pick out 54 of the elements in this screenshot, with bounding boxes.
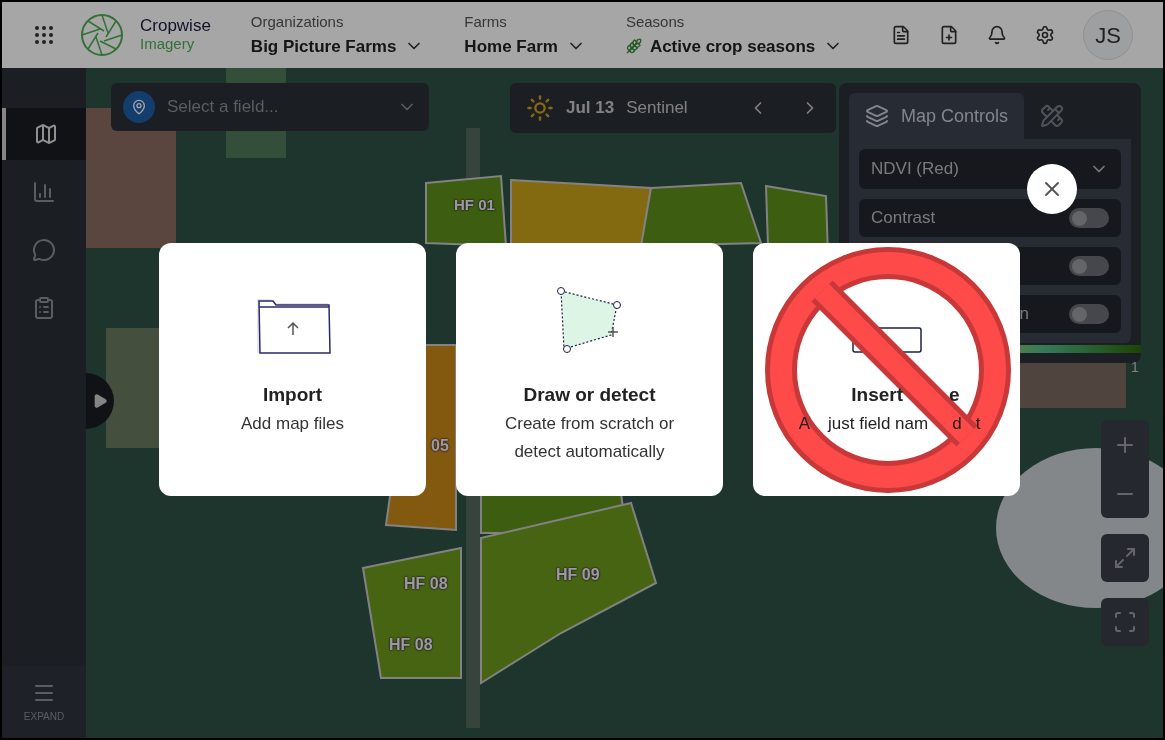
card-subtitle-fragment: d: [952, 412, 962, 435]
sidebar-item[interactable]: [2, 108, 86, 160]
bell-icon[interactable]: [987, 25, 1007, 45]
header-dropdown[interactable]: Seasons Active crop seasons: [625, 11, 844, 59]
sun-icon: [526, 94, 554, 122]
toggle-switch[interactable]: [1069, 304, 1109, 324]
card-subtitle-fragment: just field nam: [828, 412, 929, 435]
header-dropdown[interactable]: Farms Home Farm: [464, 11, 586, 59]
document-icon[interactable]: [891, 25, 911, 45]
play-triangle-icon: [92, 393, 108, 409]
pencil-ruler-icon: [1040, 104, 1065, 128]
app-name: Cropwise: [140, 17, 211, 35]
map-pin-icon: [123, 91, 155, 123]
card-title: Import: [262, 383, 323, 407]
card-subtitle: Create from scratch or detect automatically: [503, 412, 676, 463]
user-avatar[interactable]: JS: [1083, 10, 1133, 60]
field-label: HF 08: [389, 635, 433, 655]
aperture-logo-icon: [80, 13, 124, 57]
card-title-fragment: Insert: [851, 383, 904, 407]
card-title-fragment: e: [949, 383, 960, 407]
imagery-source: Sentinel: [626, 97, 688, 120]
app-grid-icon[interactable]: [32, 23, 56, 47]
card-subtitle-fragment: t: [975, 412, 981, 435]
card-subtitle-fragment: A: [798, 412, 810, 435]
option-card[interactable]: Draw or detect Create from scratch or detect automatically: [456, 243, 723, 496]
header-dropdown[interactable]: Organizations Big Picture Farms: [250, 11, 425, 59]
option-card[interactable]: Insert e A just field nam d t: [753, 243, 1020, 496]
wheat-icon: [625, 38, 642, 55]
legend-max-value: 1: [1131, 358, 1139, 377]
panel-tab[interactable]: Map Controls: [849, 93, 1025, 139]
fullscreen-button[interactable]: [1101, 534, 1149, 582]
expand-arrows-icon: [1113, 546, 1137, 570]
field-label: HF 08: [404, 574, 448, 594]
field-label: 05: [431, 436, 449, 456]
map-icon: [34, 122, 58, 146]
option-card[interactable]: Import Add map files: [159, 243, 426, 496]
chart-icon: [32, 180, 56, 204]
settings-icon[interactable]: [1035, 25, 1055, 45]
field-label: HF 09: [556, 565, 600, 585]
toggle-label: n: [1018, 303, 1030, 326]
card-subtitle: Add map files: [240, 412, 345, 435]
toggle-switch[interactable]: [1069, 208, 1109, 228]
toggle-switch[interactable]: [1069, 256, 1109, 276]
add-document-icon[interactable]: [939, 25, 959, 45]
app-subtitle: Imagery: [140, 35, 196, 53]
imagery-date: Jul 13: [566, 97, 615, 120]
scan-frame-icon: [1113, 610, 1137, 634]
card-title: Draw or detect: [523, 383, 656, 407]
clipboard-icon: [32, 296, 56, 320]
field-label: HF 01: [454, 195, 495, 215]
fit-map-button[interactable]: [1101, 598, 1149, 646]
toggle-label: Contrast: [871, 207, 937, 230]
layers-icon: [865, 104, 889, 128]
chat-bubble-icon: [32, 238, 56, 262]
